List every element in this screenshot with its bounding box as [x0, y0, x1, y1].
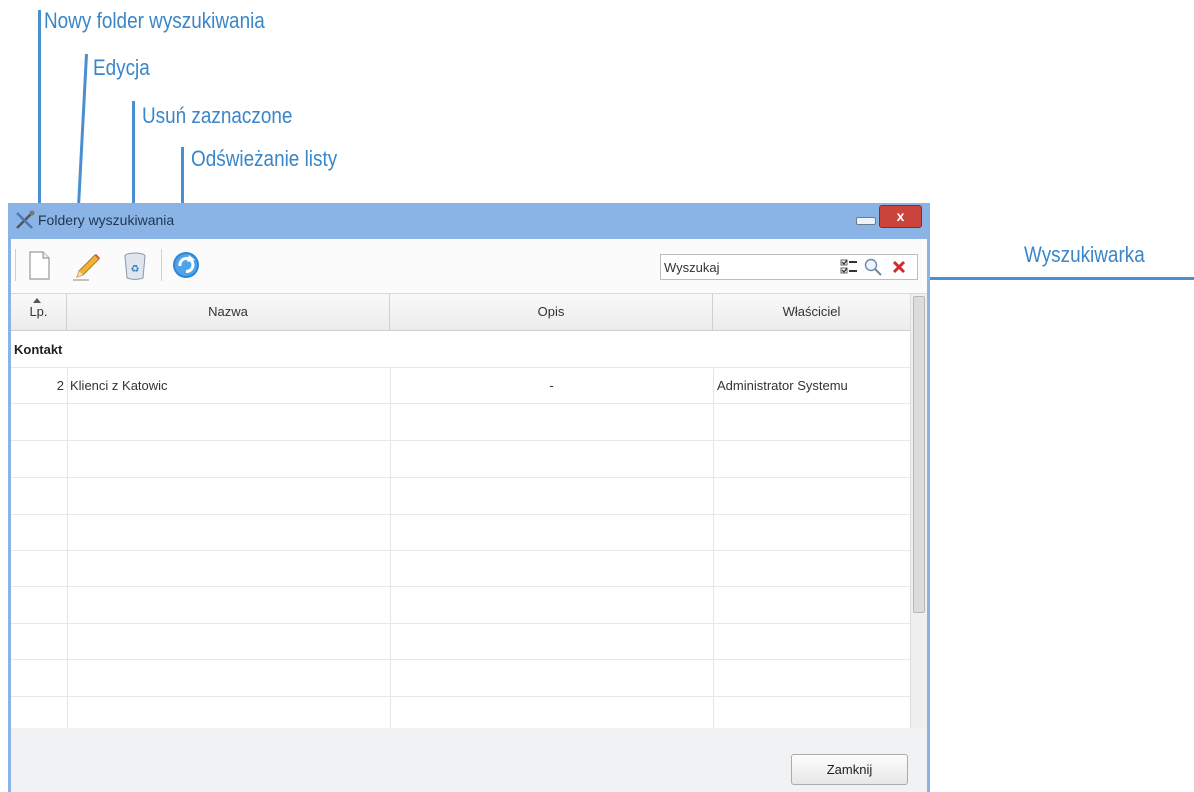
search-options-icon[interactable]: [839, 257, 859, 277]
clear-x-icon[interactable]: [889, 257, 909, 277]
callout-delete-selected: Usuń zaznaczone: [142, 103, 293, 128]
column-label: Właściciel: [782, 304, 841, 319]
empty-row: [11, 440, 910, 476]
empty-row: [11, 586, 910, 622]
new-folder-button[interactable]: [21, 247, 57, 283]
window-title: Foldery wyszukiwania: [38, 212, 175, 228]
window-content: ♻ Wyszukaj Lp. Nazwa Opis Właściciel Kon…: [11, 239, 927, 792]
delete-selected-button[interactable]: ♻: [117, 247, 153, 283]
folders-grid: Lp. Nazwa Opis Właściciel Kontakt 2 Klie…: [11, 294, 910, 728]
window-footer: Zamknij: [11, 728, 927, 792]
toolbar: ♻: [11, 239, 927, 294]
empty-row: [11, 696, 910, 728]
column-header-opis[interactable]: Opis: [390, 294, 713, 330]
empty-row: [11, 659, 910, 695]
column-label: Nazwa: [208, 304, 248, 319]
callout-new-folder: Nowy folder wyszukiwania: [44, 8, 265, 33]
column-header-wlasciciel[interactable]: Właściciel: [713, 294, 910, 330]
toolbar-separator: [15, 249, 16, 281]
table-row[interactable]: 2 Klienci z Katowic - Administrator Syst…: [11, 367, 910, 403]
scrollbar-thumb[interactable]: [913, 296, 925, 613]
empty-row: [11, 550, 910, 586]
sort-ascending-icon: [33, 298, 41, 303]
empty-row: [11, 403, 910, 439]
refresh-button[interactable]: [168, 247, 204, 283]
column-header-nazwa[interactable]: Nazwa: [67, 294, 390, 330]
column-label: Lp.: [29, 304, 48, 319]
empty-row: [11, 514, 910, 550]
vertical-scrollbar[interactable]: [910, 294, 927, 728]
search-input[interactable]: [664, 258, 824, 276]
cell-wlasciciel: Administrator Systemu: [717, 378, 848, 393]
callout-line-search: [898, 277, 1194, 280]
edit-button[interactable]: [69, 247, 105, 283]
toolbar-separator: [161, 249, 162, 281]
column-label: Opis: [537, 304, 565, 319]
grid-header: Lp. Nazwa Opis Właściciel: [11, 294, 910, 331]
cell-opis: -: [549, 378, 554, 393]
callout-search: Wyszukiwarka: [1024, 242, 1145, 267]
callout-refresh: Odświeżanie listy: [191, 146, 338, 171]
new-document-icon: [29, 251, 50, 280]
refresh-icon: [173, 252, 199, 278]
svg-text:♻: ♻: [131, 264, 140, 275]
group-label: Kontakt: [14, 342, 63, 357]
title-bar[interactable]: Foldery wyszukiwania x: [8, 203, 930, 239]
pencil-icon: [73, 254, 100, 281]
search-folders-window: Foldery wyszukiwania x ♻ Wyszukaj Lp. Na…: [8, 203, 930, 792]
magnifier-icon[interactable]: [863, 257, 883, 277]
empty-row: [11, 623, 910, 659]
callout-edit: Edycja: [93, 55, 150, 80]
tools-icon: [16, 210, 35, 229]
cell-nazwa: Klienci z Katowic: [70, 378, 168, 393]
cell-lp: 2: [56, 378, 64, 393]
recycle-bin-icon: ♻: [124, 252, 146, 280]
column-header-lp[interactable]: Lp.: [11, 294, 67, 330]
search-box: [660, 254, 918, 280]
minimize-button[interactable]: [856, 217, 876, 225]
close-button[interactable]: Zamknij: [791, 754, 908, 785]
window-close-button[interactable]: x: [879, 205, 922, 228]
callout-line-edit: [75, 53, 88, 228]
empty-row: [11, 477, 910, 513]
group-header-row[interactable]: Kontakt: [11, 330, 910, 367]
